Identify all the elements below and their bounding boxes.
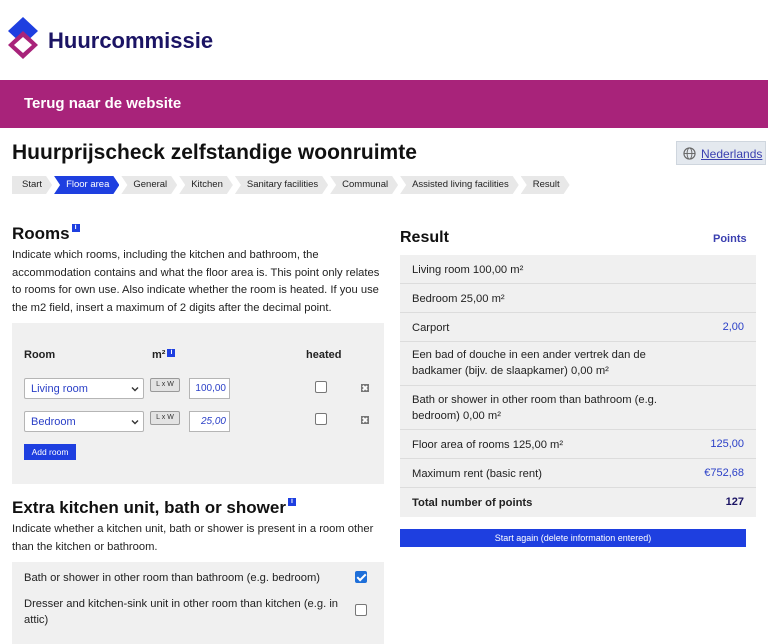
result-row: Living room 100,00 m²	[400, 255, 756, 284]
m2-column-header: m² i	[152, 349, 176, 361]
info-icon[interactable]: i	[287, 498, 296, 506]
chevron-down-icon	[131, 387, 139, 392]
result-total-label: Total number of points	[412, 497, 533, 509]
extra-title: Extra kitchen unit, bath or shower	[12, 498, 286, 517]
result-row-label: Floor area of rooms 125,00 m²	[412, 439, 564, 451]
info-icon[interactable]: i	[167, 349, 176, 357]
heated-checkbox[interactable]	[315, 413, 327, 425]
header-logo-bar: Huurcommissie	[0, 0, 768, 80]
step-communal[interactable]: Communal	[330, 176, 398, 194]
chevron-down-icon	[131, 420, 139, 425]
huurcommissie-logo-icon[interactable]	[8, 17, 38, 61]
step-floor-area[interactable]: Floor area	[54, 176, 119, 194]
dresser-sink-other-room-label: Dresser and kitchen-sink unit in other r…	[24, 598, 339, 626]
result-row-label: Een bad of douche in een ander vertrek d…	[412, 349, 646, 377]
result-row: Carport 2,00	[400, 313, 756, 342]
info-icon[interactable]: i	[71, 224, 80, 232]
m2-input[interactable]: 25,00	[189, 411, 230, 432]
delete-room-icon[interactable]	[361, 384, 369, 392]
brand-name[interactable]: Huurcommissie	[48, 28, 213, 54]
rooms-title: Rooms	[12, 224, 70, 243]
result-row: Maximum rent (basic rent) €752,68	[400, 459, 756, 488]
result-row-value: 2,00	[722, 321, 744, 333]
delete-room-icon[interactable]	[361, 416, 369, 424]
points-header: Points	[713, 233, 747, 245]
length-width-button[interactable]: L x W	[150, 411, 180, 425]
start-again-button[interactable]: Start again (delete information entered)	[400, 529, 746, 547]
result-row: Een bad of douche in een ander vertrek d…	[400, 342, 756, 386]
room-type-value: Bedroom	[31, 416, 76, 428]
extra-description: Indicate whether a kitchen unit, bath or…	[12, 523, 374, 553]
bath-shower-other-room-checkbox[interactable]	[355, 571, 367, 583]
dresser-sink-other-room-checkbox[interactable]	[355, 604, 367, 616]
result-table: Living room 100,00 m² Bedroom 25,00 m² C…	[400, 255, 756, 517]
add-room-button[interactable]: Add room	[24, 444, 76, 460]
result-row-label: Bedroom 25,00 m²	[412, 293, 505, 305]
step-general[interactable]: General	[121, 176, 177, 194]
step-kitchen[interactable]: Kitchen	[179, 176, 233, 194]
language-switch-button[interactable]: Nederlands	[676, 141, 766, 165]
rooms-form: Room m² i heated Living room L x W 100,00…	[12, 323, 384, 484]
m2-label: m²	[152, 349, 166, 361]
globe-icon	[683, 147, 696, 160]
extra-options-form: Bath or shower in other room than bathro…	[12, 562, 384, 644]
rooms-description: Indicate which rooms, including the kitc…	[12, 249, 380, 314]
result-row-label: Maximum rent (basic rent)	[412, 468, 542, 480]
result-total-row: Total number of points 127	[400, 488, 756, 517]
bath-shower-other-room-label: Bath or shower in other room than bathro…	[24, 572, 320, 584]
result-row-value: €752,68	[704, 467, 744, 479]
result-row: Bedroom 25,00 m²	[400, 284, 756, 313]
result-row: Bath or shower in other room than bathro…	[400, 386, 756, 430]
step-result[interactable]: Result	[521, 176, 570, 194]
heated-checkbox[interactable]	[315, 381, 327, 393]
step-start[interactable]: Start	[12, 176, 52, 194]
progress-steps: Start Floor area General Kitchen Sanitar…	[12, 176, 572, 194]
language-label: Nederlands	[701, 147, 763, 161]
page-title: Huurprijscheck zelfstandige woonruimte	[12, 141, 417, 164]
back-to-website-link[interactable]: Terug naar de website	[24, 95, 181, 112]
rooms-heading: Rooms i	[12, 224, 80, 244]
room-type-select[interactable]: Bedroom	[24, 411, 144, 432]
m2-input[interactable]: 100,00	[189, 378, 230, 399]
result-row-value: 125,00	[710, 438, 744, 450]
extra-heading: Extra kitchen unit, bath or shower i	[12, 498, 296, 518]
result-row-label: Bath or shower in other room than bathro…	[412, 394, 658, 422]
room-type-value: Living room	[31, 383, 88, 395]
back-to-website-bar: Terug naar de website	[0, 80, 768, 128]
room-column-header: Room	[24, 349, 56, 361]
result-title: Result	[400, 229, 449, 246]
step-sanitary-facilities[interactable]: Sanitary facilities	[235, 176, 328, 194]
length-width-button[interactable]: L x W	[150, 378, 180, 392]
result-row: Floor area of rooms 125,00 m² 125,00	[400, 430, 756, 459]
step-assisted-living[interactable]: Assisted living facilities	[400, 176, 519, 194]
result-total-value: 127	[725, 496, 744, 508]
result-row-label: Living room 100,00 m²	[412, 264, 524, 276]
room-type-select[interactable]: Living room	[24, 378, 144, 399]
result-row-label: Carport	[412, 322, 450, 334]
heated-column-header: heated	[306, 349, 342, 361]
